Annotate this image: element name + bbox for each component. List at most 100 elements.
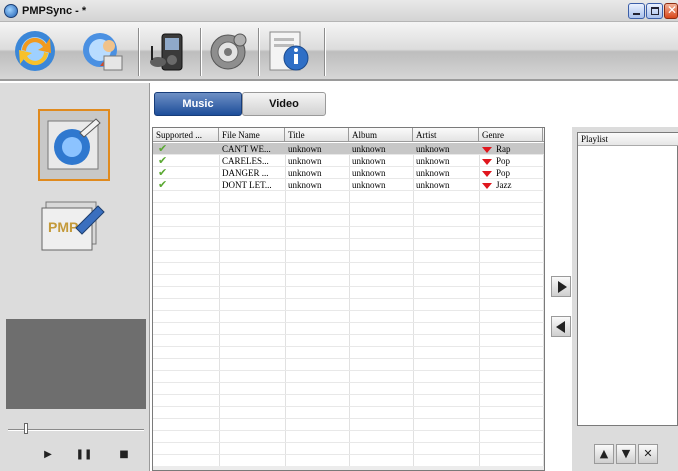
- users-button[interactable]: [78, 26, 128, 76]
- tab-video[interactable]: Video: [242, 92, 326, 116]
- toolbar-separator: [324, 28, 325, 76]
- window-title: PMPSync - *: [22, 5, 87, 17]
- genre-dropdown-icon: [482, 170, 492, 177]
- playlist-list[interactable]: Playlist: [577, 132, 678, 426]
- genre-value: Rap: [496, 144, 511, 154]
- cell-title: unknown: [288, 156, 322, 166]
- pmp-mode-button[interactable]: PMP: [38, 188, 110, 260]
- empty-row: [153, 419, 544, 431]
- horizontal-scrollbar[interactable]: [153, 466, 544, 470]
- column-file-name[interactable]: File Name: [219, 128, 285, 142]
- delete-button[interactable]: ✕: [638, 444, 658, 464]
- cell-album: unknown: [352, 180, 386, 190]
- settings-icon: [210, 33, 247, 70]
- playlist-header: Playlist: [578, 133, 678, 146]
- column-artist[interactable]: Artist: [413, 128, 479, 142]
- cell-artist: unknown: [416, 168, 450, 178]
- empty-row: [153, 239, 544, 251]
- table-body: ✔ CAN'T WE... unknown unknown unknown Ra…: [153, 143, 544, 455]
- genre-dropdown-icon: [482, 182, 492, 189]
- seek-thumb[interactable]: [24, 423, 28, 434]
- column-genre[interactable]: Genre: [479, 128, 543, 142]
- cell-artist: unknown: [416, 180, 450, 190]
- cell-title: unknown: [288, 168, 322, 178]
- sync-icon: [15, 31, 55, 71]
- empty-row: [153, 431, 544, 443]
- arrow-right-icon: [558, 281, 567, 293]
- genre-value: Pop: [496, 156, 511, 166]
- empty-row: [153, 407, 544, 419]
- table-row[interactable]: ✔ DONT LET... unknown unknown unknown Ja…: [153, 179, 544, 191]
- close-button[interactable]: ✕: [664, 3, 678, 19]
- arrow-up-icon: ▲: [599, 447, 609, 460]
- table-header: Supported ... File Name Title Album Arti…: [153, 128, 544, 142]
- playlist-panel: Playlist ▲ ▼ ✕: [572, 127, 678, 471]
- tab-music[interactable]: Music: [154, 92, 242, 116]
- table-row[interactable]: ✔ CARELES... unknown unknown unknown Pop: [153, 155, 544, 167]
- minimize-button[interactable]: [628, 3, 645, 19]
- cell-file-name: CARELES...: [222, 156, 269, 166]
- arrow-down-icon: ▼: [621, 447, 631, 460]
- toolbar-separator: [138, 28, 139, 76]
- cell-title: unknown: [288, 180, 322, 190]
- cell-album: unknown: [352, 144, 386, 154]
- left-panel: PMP ▶ ❚❚ ■: [0, 83, 150, 471]
- sync-button[interactable]: [10, 26, 60, 76]
- empty-row: [153, 371, 544, 383]
- info-button[interactable]: [266, 26, 316, 76]
- empty-row: [153, 251, 544, 263]
- cell-genre[interactable]: Rap: [479, 143, 543, 155]
- device-icon: [150, 33, 183, 71]
- maximize-icon: [651, 7, 659, 15]
- delete-icon: ✕: [643, 447, 653, 460]
- maximize-button[interactable]: [646, 3, 663, 19]
- close-icon: ✕: [667, 3, 678, 17]
- supported-check-icon: ✔: [158, 179, 168, 191]
- remove-from-playlist-button[interactable]: [551, 316, 571, 337]
- minimize-icon: [633, 13, 640, 15]
- genre-dropdown-icon: [482, 146, 492, 153]
- empty-row: [153, 287, 544, 299]
- empty-row: [153, 335, 544, 347]
- genre-value: Jazz: [496, 180, 512, 190]
- empty-row: [153, 311, 544, 323]
- play-button[interactable]: ▶: [34, 445, 62, 465]
- device-button[interactable]: [144, 26, 194, 76]
- supported-check-icon: ✔: [158, 155, 168, 167]
- toolbar-separator: [258, 28, 259, 76]
- empty-row: [153, 443, 544, 455]
- cell-genre[interactable]: Pop: [479, 167, 543, 179]
- empty-row: [153, 191, 544, 203]
- info-icon: [269, 31, 309, 71]
- empty-row: [153, 275, 544, 287]
- toolbar-separator: [200, 28, 201, 76]
- genre-dropdown-icon: [482, 158, 492, 165]
- move-down-button[interactable]: ▼: [616, 444, 636, 464]
- column-album[interactable]: Album: [349, 128, 413, 142]
- music-mode-button[interactable]: [38, 109, 110, 181]
- table-row[interactable]: ✔ CAN'T WE... unknown unknown unknown Ra…: [153, 143, 544, 155]
- add-to-playlist-button[interactable]: [551, 276, 571, 297]
- column-supported[interactable]: Supported ...: [153, 128, 219, 142]
- arrow-left-icon: [556, 321, 565, 333]
- pause-button[interactable]: ❚❚: [70, 445, 98, 465]
- empty-row: [153, 395, 544, 407]
- cell-album: unknown: [352, 168, 386, 178]
- empty-row: [153, 263, 544, 275]
- move-up-button[interactable]: ▲: [594, 444, 614, 464]
- users-icon: [83, 33, 123, 71]
- app-icon: [4, 4, 18, 18]
- table-row[interactable]: ✔ DANGER ... unknown unknown unknown Pop: [153, 167, 544, 179]
- settings-button[interactable]: [204, 26, 254, 76]
- column-title[interactable]: Title: [285, 128, 349, 142]
- seek-bar[interactable]: [8, 429, 144, 431]
- supported-check-icon: ✔: [158, 143, 168, 155]
- stop-button[interactable]: ■: [110, 445, 138, 465]
- empty-row: [153, 347, 544, 359]
- empty-row: [153, 215, 544, 227]
- title-bar: PMPSync - * ✕: [0, 0, 678, 22]
- empty-row: [153, 203, 544, 215]
- pmp-edit-icon: PMP: [41, 201, 105, 251]
- cell-genre[interactable]: Jazz: [479, 179, 543, 191]
- cell-genre[interactable]: Pop: [479, 155, 543, 167]
